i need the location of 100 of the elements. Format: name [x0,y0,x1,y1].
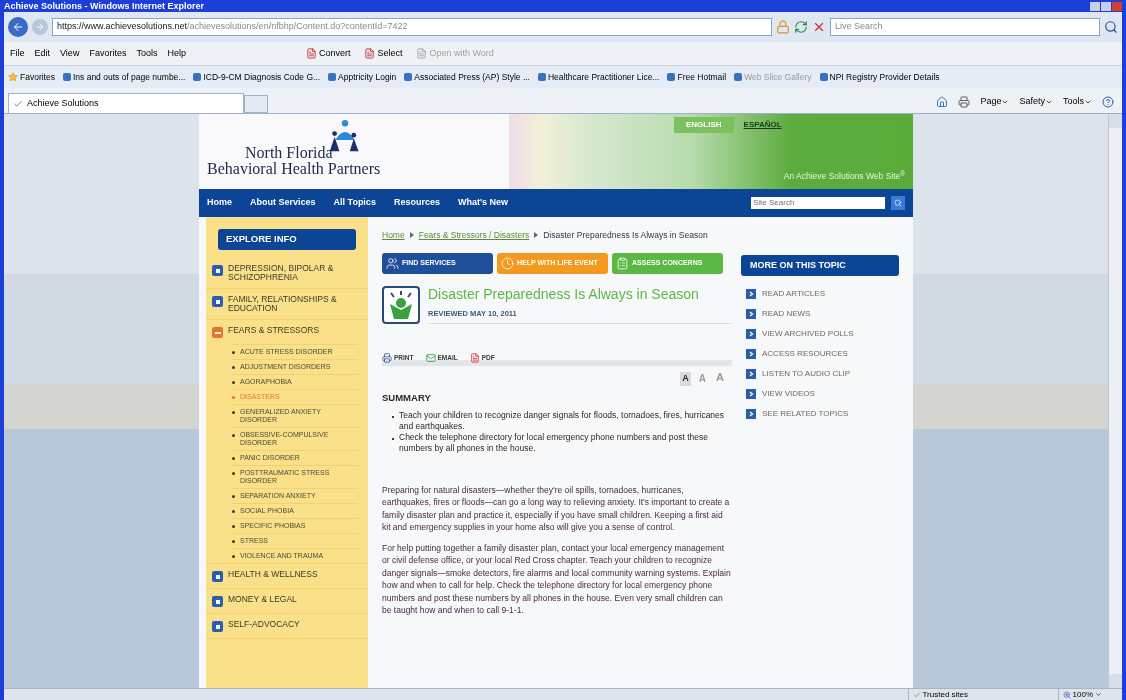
menu-item[interactable]: View [60,46,80,61]
favorite-link[interactable]: ICD-9-CM Diagnosis Code G... [193,70,321,84]
bullet-icon [232,495,235,498]
bullet-icon [232,351,235,354]
zoom-control[interactable]: 100% [1057,688,1102,700]
topic-link[interactable]: READ ARTICLES [746,288,899,300]
window-title: Achieve Solutions - Windows Internet Explorer [4,1,204,11]
arrow-icon [746,329,756,339]
expand-icon[interactable] [212,571,223,582]
sidebar-link[interactable]: DEPRESSION, BIPOLAR & SCHIZOPHRENIA [228,264,362,282]
nav-link[interactable]: All Topics [333,196,376,210]
sidebar-link[interactable]: HEALTH & WELLNESS [228,570,318,579]
topic-heading: MORE ON THIS TOPIC [741,255,899,276]
check-icon [13,98,23,109]
expand-icon[interactable] [212,621,223,632]
sidebar-link[interactable]: SELF-ADVOCACY [228,620,300,629]
browser-tab[interactable]: Achieve Solutions [8,93,244,113]
sidebar-link[interactable]: FEARS & STRESSORS [228,326,320,335]
article-paragraph: Preparing for natural disasters—whether they're oil spills, tornadoes, hurricanes, earthquakes, fires or floods—can go a long way to relieving anxiety. It's important to create a family disaster plan and practice it, especially if you have small children. Keeping a first aid kit and emergency supplies in your home also will give you a sense of control. [382,483,731,534]
font-size-button[interactable]: A [680,372,691,386]
print-icon[interactable] [958,96,971,108]
printer-icon [382,353,392,363]
menu-item[interactable]: Favorites [89,46,127,61]
sidebar-link[interactable]: MONEY & LEGAL [228,595,297,604]
bullet-icon [232,411,235,414]
bullet-icon [232,396,235,399]
language-link[interactable]: ESPAÑOL [743,117,782,133]
summary-item: Teach your children to recognize danger signals for floods, tornadoes, fires, hurricanes and earthquakes. [399,409,726,432]
favorite-link[interactable]: Healthcare Practitioner Lice... [537,70,660,84]
bullet-icon [232,472,235,475]
breadcrumb-link[interactable]: Fears & Stressors / Disasters [418,229,530,242]
menu-item[interactable]: File [10,46,25,61]
menu-item[interactable]: Tools [136,46,158,61]
breadcrumb-link[interactable]: Home [382,229,405,242]
search-field[interactable]: Live Search [830,18,1100,36]
arrow-icon [746,409,756,419]
search-icon[interactable] [1104,20,1118,34]
home-icon[interactable] [936,96,949,108]
document-icon [416,48,428,59]
arrow-icon [746,289,756,299]
bullet-icon [232,366,235,369]
alert-person-icon [382,285,420,324]
toolbar-button[interactable]: Select [364,46,403,61]
nav-link[interactable]: What's New [457,196,509,210]
page-icon [328,73,337,81]
expand-icon[interactable] [212,596,223,607]
favorites-button[interactable]: Favorites [8,70,55,84]
topic-link[interactable]: ACCESS RESOURCES [746,348,899,360]
page-icon [404,73,413,81]
nav-link[interactable]: About Services [250,196,316,210]
expand-icon[interactable] [212,265,223,276]
address-field[interactable]: https://www.achievesolutions.net/achievesolutions/en/nfbhp/Content.do?contentId=7422 [52,18,772,36]
topic-link[interactable]: SEE RELATED TOPICS [746,408,899,420]
refresh-icon[interactable] [794,20,808,34]
topic-link[interactable]: VIEW VIDEOS [746,388,899,400]
clock-icon [501,256,514,270]
zoom-icon [1062,690,1071,699]
sidebar-heading: EXPLORE INFO [218,229,356,250]
check-icon [912,690,921,699]
command-menu[interactable]: Page [980,95,1010,109]
topic-link[interactable]: READ NEWS [746,308,899,320]
favorite-link[interactable]: Ins and outs of page numbe... [62,70,186,84]
caret-icon [1084,98,1092,106]
scrollbar[interactable] [1108,114,1122,688]
caret-icon [1001,98,1010,106]
nav-link[interactable]: Home [207,196,232,210]
favorite-link[interactable]: NPI Registry Provider Details [819,70,940,84]
page-icon [537,73,546,81]
nav-link[interactable]: Resources [393,196,440,210]
stop-icon[interactable] [812,20,826,34]
summary-item: Check the telephone directory for local emergency phone numbers and post these numbers by all phones in the house. [399,431,710,454]
page-icon [734,73,743,81]
help-icon[interactable] [1102,96,1114,108]
breadcrumb-current: Disaster Preparedness Is Always in Season [543,229,708,242]
search-button[interactable] [891,196,905,210]
favorite-link[interactable]: Associated Press (AP) Style ... [404,70,530,84]
people-icon [386,256,399,270]
expand-icon[interactable] [212,296,223,307]
topic-link[interactable]: LISTEN TO AUDIO CLIP [746,368,899,380]
back-arrow-icon [12,21,24,33]
arrow-icon [746,309,756,319]
favorite-link[interactable]: Apptricity Login [328,70,397,84]
command-menu[interactable]: Tools [1063,95,1092,109]
command-menu[interactable]: Safety [1019,95,1053,109]
document-icon [469,353,480,363]
menu-item[interactable]: Edit [34,46,51,61]
menu-item[interactable]: Help [167,46,186,61]
back-button[interactable] [8,17,28,37]
maximize-icon[interactable] [1101,1,1111,11]
chevron-icon [409,232,414,239]
page-icon [193,73,202,81]
bullet-icon [232,457,235,460]
toolbar-button[interactable]: Convert [305,46,351,61]
article-paragraph: For help putting together a family disaster plan, contact your local emergency management or civil defense office, or your local Red Cross chapter. Teach your children to recognize danger signals—smoke detectors, fire alarms and local community warning systems. Explain how and when to call for help. Check the telephone directory for local emergency phone numbers and post these numbers by all phones in the house. Even very small children can be taught how and when to call 9-1-1. [382,541,732,617]
topic-link[interactable]: VIEW ARCHIVED POLLS [746,328,899,340]
site-search-field[interactable]: Site Search [751,197,885,209]
sidebar-link[interactable]: FAMILY, RELATIONSHIPS & EDUCATION [228,295,362,313]
favorite-link[interactable]: Free Hotmail [667,70,727,84]
collapse-icon[interactable] [212,327,223,338]
minimize-icon[interactable] [1090,1,1100,11]
